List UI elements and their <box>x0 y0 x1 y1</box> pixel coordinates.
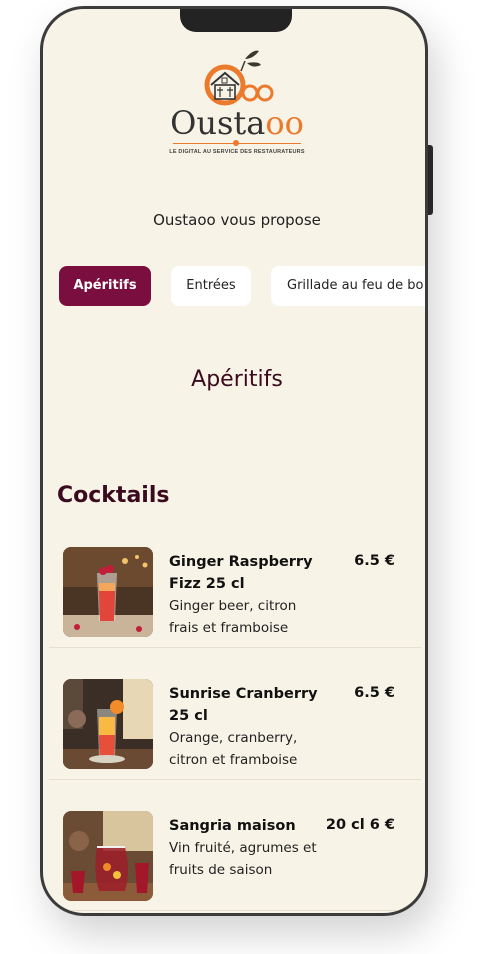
item-description: Orange, cranberry, citron et framboise <box>169 730 298 768</box>
menu-item[interactable]: Sunrise Cranberry 25 cl Orange, cranberr… <box>47 673 423 803</box>
item-divider <box>49 647 421 648</box>
menu-item[interactable]: Sangria maison Vin fruité, agrumes et fr… <box>47 805 423 913</box>
section-title: Apéritifs <box>191 367 283 392</box>
phone-side-button <box>428 145 433 215</box>
cocktail-photo-sunrise <box>63 679 153 769</box>
item-price: 20 cl 6 € <box>325 817 395 833</box>
item-divider <box>49 779 421 780</box>
cocktail-photo-ginger <box>63 547 153 637</box>
sangria-photo <box>63 811 153 901</box>
tab-aperitifs[interactable]: Apéritifs <box>59 266 151 306</box>
brand-wordmark: Oustaoo <box>170 104 304 142</box>
item-name: Sangria maison <box>169 818 296 834</box>
item-description: Ginger beer, citron frais et framboise <box>169 598 297 636</box>
brand-tagline: LE DIGITAL AU SERVICE DES RESTAURATEURS <box>169 149 305 155</box>
phone-frame: Oustaoo LE DIGITAL AU SERVICE DES RESTAU… <box>40 6 428 916</box>
item-description: Vin fruité, agrumes et fruits de saison <box>169 840 317 878</box>
category-title: Cocktails <box>57 483 170 508</box>
category-tabs[interactable]: Apéritifs Entrées Grillade au feu de bo <box>57 266 425 308</box>
tab-grillade[interactable]: Grillade au feu de bo <box>271 266 425 306</box>
brand-logo[interactable]: Oustaoo LE DIGITAL AU SERVICE DES RESTAU… <box>161 47 313 165</box>
logo-dot <box>233 140 239 146</box>
house-logo-icon <box>204 50 274 106</box>
menu-item[interactable]: Ginger Raspberry Fizz 25 cl Ginger beer,… <box>47 541 423 671</box>
tab-entrees[interactable]: Entrées <box>171 266 251 306</box>
phone-notch <box>180 9 292 32</box>
item-price: 6.5 € <box>354 553 395 569</box>
intro-text: Oustaoo vous propose <box>153 211 321 229</box>
item-price: 6.5 € <box>354 685 395 701</box>
item-name: Ginger Raspberry Fizz 25 cl <box>169 554 313 592</box>
item-divider <box>49 910 421 911</box>
item-name: Sunrise Cranberry 25 cl <box>169 686 318 724</box>
